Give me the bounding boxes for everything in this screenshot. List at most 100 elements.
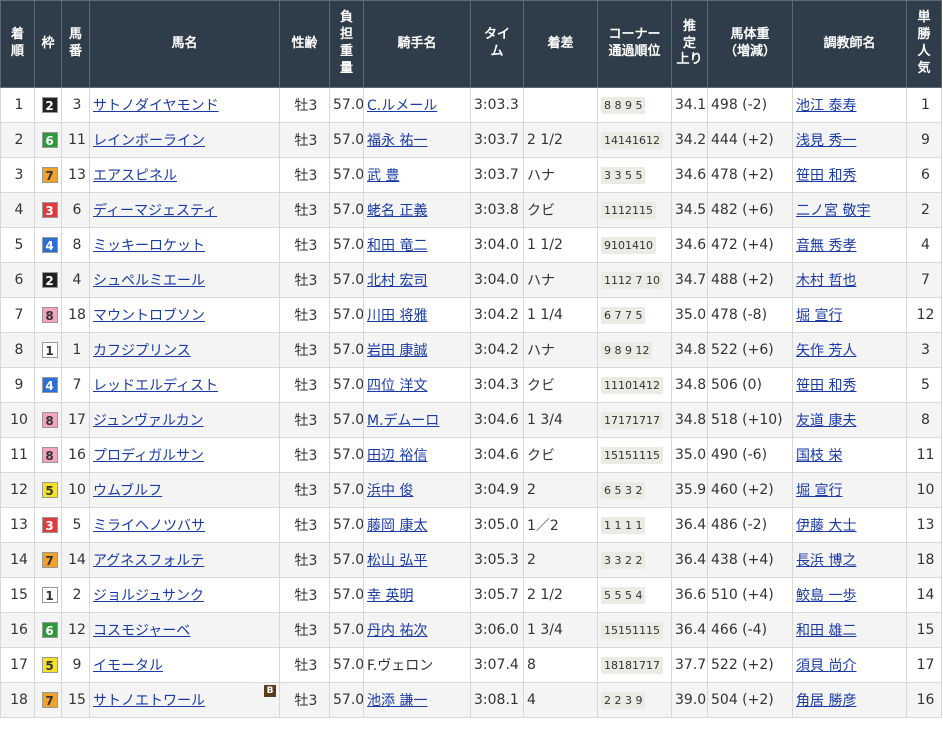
- trainer-link[interactable]: 伊藤 大士: [796, 518, 856, 534]
- bodyweight-cell: 522 (+2): [707, 647, 793, 683]
- horse-link[interactable]: アグネスフォルテ: [93, 553, 204, 569]
- time-cell: 3:04.2: [470, 297, 524, 333]
- popularity-cell: 12: [906, 297, 942, 333]
- last3f-cell: 34.8: [671, 402, 708, 438]
- trainer-cell: 友道 康夫: [792, 402, 907, 438]
- trainer-link[interactable]: 須貝 尚介: [796, 658, 856, 674]
- trainer-link[interactable]: 池江 泰寿: [796, 98, 856, 114]
- time-cell: 3:04.3: [470, 367, 524, 403]
- horse-link[interactable]: サトノエトワール: [93, 693, 205, 709]
- trainer-link[interactable]: 木村 哲也: [796, 273, 856, 289]
- horse-link[interactable]: ジュンヴァルカン: [93, 413, 204, 429]
- jockey-cell: 幸 英明: [363, 577, 471, 613]
- horse-cell: ミッキーロケット: [89, 227, 280, 263]
- horse-link[interactable]: レインボーライン: [93, 133, 205, 149]
- waku-cell: 2: [34, 87, 62, 123]
- jockey-link[interactable]: 幸 英明: [367, 588, 413, 604]
- trainer-link[interactable]: 笹田 和秀: [796, 378, 856, 394]
- jockey-link[interactable]: C.ルメール: [367, 98, 437, 114]
- popularity-cell: 7: [906, 262, 942, 298]
- waku-cell: 4: [34, 367, 62, 403]
- horse-link[interactable]: ディーマジェスティ: [93, 203, 217, 219]
- jockey-link[interactable]: 蛯名 正義: [367, 203, 427, 219]
- jockey-link[interactable]: 岩田 康誠: [367, 343, 427, 359]
- waku-cell: 4: [34, 227, 62, 263]
- trainer-link[interactable]: 音無 秀孝: [796, 238, 856, 254]
- horse-link[interactable]: マウントロブソン: [93, 308, 205, 324]
- jockey-link[interactable]: 和田 竜二: [367, 238, 427, 254]
- trainer-cell: 池江 泰寿: [792, 87, 907, 123]
- jockey-link[interactable]: 福永 祐一: [367, 133, 427, 149]
- bodyweight-cell: 490 (-6): [707, 437, 793, 473]
- trainer-link[interactable]: 鮫島 一歩: [796, 588, 856, 604]
- jockey-link[interactable]: 田辺 裕信: [367, 448, 427, 464]
- horse-link[interactable]: レッドエルディスト: [93, 378, 218, 394]
- header-corner: コーナー 通過順位: [597, 0, 672, 88]
- weight-cell: 57.0: [329, 227, 364, 263]
- jockey-link[interactable]: 浜中 俊: [367, 483, 413, 499]
- horse-link[interactable]: エアスピネル: [93, 168, 177, 184]
- jockey-link[interactable]: 四位 洋文: [367, 378, 427, 394]
- last3f-cell: 36.4: [671, 542, 708, 578]
- weight-cell: 57.0: [329, 297, 364, 333]
- trainer-link[interactable]: 堀 宣行: [796, 483, 842, 499]
- horse-link[interactable]: ミッキーロケット: [93, 238, 205, 254]
- jockey-link[interactable]: 丹内 祐次: [367, 623, 427, 639]
- rank-cell: 3: [0, 157, 35, 193]
- horse-link[interactable]: ジョルジュサンク: [93, 588, 204, 604]
- sexage-cell: 牡3: [279, 472, 330, 508]
- time-cell: 3:07.4: [470, 647, 524, 683]
- trainer-link[interactable]: 角居 勝彦: [796, 693, 856, 709]
- margin-cell: 1／2: [523, 507, 598, 543]
- trainer-cell: 伊藤 大士: [792, 507, 907, 543]
- trainer-link[interactable]: 国枝 栄: [796, 448, 842, 464]
- horse-link[interactable]: プロディガルサン: [93, 448, 204, 464]
- margin-cell: 2: [523, 542, 598, 578]
- jockey-cell: 和田 竜二: [363, 227, 471, 263]
- jockey-link[interactable]: 北村 宏司: [367, 273, 427, 289]
- trainer-link[interactable]: 笹田 和秀: [796, 168, 856, 184]
- horse-link[interactable]: シュペルミエール: [93, 273, 205, 289]
- horse-link[interactable]: ウムブルフ: [93, 483, 162, 499]
- popularity-cell: 14: [906, 577, 942, 613]
- waku-cell: 7: [34, 682, 62, 718]
- jockey-link[interactable]: 池添 謙一: [367, 693, 427, 709]
- corner-positions: 3 3 5 5: [601, 166, 646, 184]
- popularity-cell: 3: [906, 332, 942, 368]
- trainer-link[interactable]: 浅見 秀一: [796, 133, 856, 149]
- horse-link[interactable]: コスモジャーベ: [93, 623, 190, 639]
- table-row: 15 1 2 ジョルジュサンク 牡3 57.0 幸 英明 3:05.7 2 1/2 5 5 5 4…: [0, 577, 942, 613]
- header-popularity: 単 勝 人 気: [906, 0, 942, 88]
- jockey-link[interactable]: 川田 将雅: [367, 308, 427, 324]
- corner-positions: 6 7 7 5: [601, 306, 646, 324]
- jockey-link[interactable]: 武 豊: [367, 168, 399, 184]
- last3f-cell: 36.4: [671, 507, 708, 543]
- race-results-table: 着 順 枠 馬 番 馬名 性齢 負 担 重 量 騎手名 タイ ム 着差 コーナー…: [0, 0, 942, 718]
- trainer-link[interactable]: 友道 康夫: [796, 413, 856, 429]
- trainer-link[interactable]: 堀 宣行: [796, 308, 842, 324]
- table-row: 17 5 9 イモータル 牡3 57.0 F.ヴェロン 3:07.4 8 18181717 37.7…: [0, 647, 942, 683]
- horse-cell: エアスピネル: [89, 157, 280, 193]
- jockey-link[interactable]: 藤岡 康太: [367, 518, 427, 534]
- header-time: タイ ム: [470, 0, 524, 88]
- horse-link[interactable]: サトノダイヤモンド: [93, 98, 219, 114]
- table-row: 4 3 6 ディーマジェスティ 牡3 57.0 蛯名 正義 3:03.8 クビ 1112115 34…: [0, 192, 942, 228]
- time-cell: 3:05.3: [470, 542, 524, 578]
- horse-link[interactable]: イモータル: [93, 658, 163, 674]
- trainer-cell: 国枝 栄: [792, 437, 907, 473]
- trainer-link[interactable]: 和田 雄二: [796, 623, 856, 639]
- rank-cell: 13: [0, 507, 35, 543]
- jockey-link[interactable]: M.デムーロ: [367, 413, 439, 429]
- jockey-link[interactable]: 松山 弘平: [367, 553, 427, 569]
- horse-link[interactable]: ミライヘノツバサ: [93, 518, 205, 534]
- horse-link[interactable]: カフジプリンス: [93, 343, 191, 359]
- header-waku: 枠: [34, 0, 62, 88]
- trainer-link[interactable]: 矢作 芳人: [796, 343, 856, 359]
- trainer-link[interactable]: 二ノ宮 敬宇: [796, 203, 870, 219]
- umaban-cell: 7: [61, 367, 90, 403]
- waku-cell: 1: [34, 332, 62, 368]
- table-row: 14 7 14 アグネスフォルテ 牡3 57.0 松山 弘平 3:05.3 2 3 3 2 2 36…: [0, 542, 942, 578]
- popularity-cell: 13: [906, 507, 942, 543]
- corner-positions: 6 5 3 2: [601, 481, 646, 499]
- trainer-link[interactable]: 長浜 博之: [796, 553, 856, 569]
